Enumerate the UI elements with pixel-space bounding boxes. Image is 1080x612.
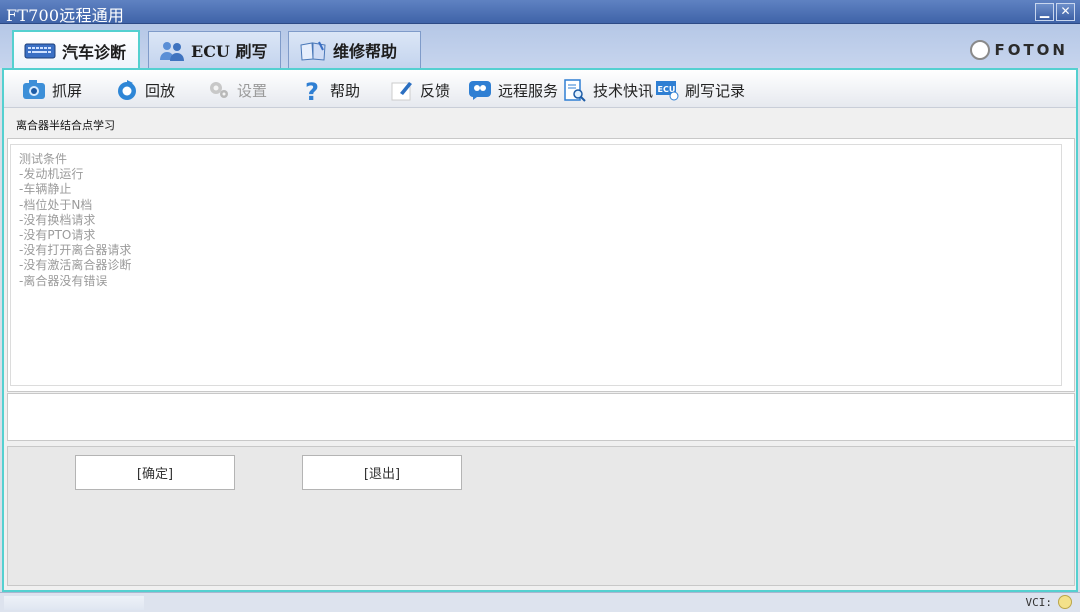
content-line: -没有换档请求 — [19, 212, 96, 227]
tab-label: 汽车诊断 — [62, 43, 127, 62]
content-line: -车辆静止 — [19, 182, 72, 197]
tab-strip: 汽车诊断 ECU 刷写 维修帮助 — [0, 24, 1080, 70]
status-bar: VCI: — [0, 592, 1080, 612]
content-line: -离合器没有错误 — [19, 273, 108, 288]
brand-name: FOTON — [994, 41, 1068, 59]
camera-icon — [22, 79, 46, 101]
content-line: -发动机运行 — [19, 167, 84, 182]
foton-logo: FOTON — [970, 40, 1068, 60]
tab-vehicle-diagnosis[interactable]: 汽车诊断 — [12, 30, 140, 70]
content-lines: 测试条件 -发动机运行 -车辆静止 -档位处于N档 -没有换档请求 -没有PTO… — [11, 145, 1061, 289]
tab-repair-help[interactable]: 维修帮助 — [288, 31, 421, 68]
main-frame: 抓屏 回放 设置 ? 帮助 反馈 远程服务 技术快讯 ECU 刷写记录 离合器半… — [2, 68, 1078, 592]
vci-status: VCI: — [1025, 595, 1072, 609]
close-button[interactable]: ✕ — [1056, 3, 1075, 21]
status-progress — [4, 596, 144, 610]
toolbar-feedback-button[interactable]: 反馈 — [390, 78, 450, 102]
pencil-icon — [390, 79, 414, 101]
exit-button[interactable]: [退出] — [302, 455, 462, 490]
tab-label: ECU 刷写 — [191, 42, 268, 61]
vci-connection-icon — [1058, 595, 1072, 609]
content-line: -档位处于N档 — [19, 197, 93, 212]
tab-ecu-flash[interactable]: ECU 刷写 — [148, 31, 281, 68]
section-title: 离合器半结合点学习 — [16, 119, 115, 132]
ecu-icon: ECU — [655, 79, 679, 101]
question-icon: ? — [300, 78, 324, 106]
content-line: -没有激活离合器诊断 — [19, 258, 132, 273]
toolbar-label: 刷写记录 — [685, 81, 746, 100]
document-search-icon — [563, 79, 587, 102]
remote-service-icon — [468, 79, 492, 101]
toolbar-label: 技术快讯 — [593, 81, 654, 100]
content-line: -没有打开离合器请求 — [19, 243, 132, 258]
toolbar-flash-record-button[interactable]: ECU 刷写记录 — [655, 78, 745, 102]
test-conditions-text: 测试条件 -发动机运行 -车辆静止 -档位处于N档 -没有换档请求 -没有PTO… — [10, 144, 1062, 386]
tab-label: 维修帮助 — [333, 42, 398, 61]
book-icon — [299, 40, 327, 61]
replay-icon — [115, 79, 139, 101]
toolbar-tech-news-button[interactable]: 技术快讯 — [563, 78, 653, 102]
toolbar-help-button[interactable]: ? 帮助 — [300, 78, 361, 106]
content-line: -没有PTO请求 — [19, 228, 96, 243]
content-line: 测试条件 — [19, 152, 68, 166]
users-icon — [159, 40, 185, 61]
toolbar-label: 反馈 — [420, 81, 451, 100]
toolbar: 抓屏 回放 设置 ? 帮助 反馈 远程服务 技术快讯 ECU 刷写记录 — [4, 70, 1076, 108]
svg-text:?: ? — [305, 79, 319, 103]
vci-label: VCI: — [1025, 595, 1053, 609]
window-title: FT700远程通用 — [6, 6, 125, 25]
button-area: [确定] [退出] — [7, 446, 1075, 586]
foton-emblem-icon — [970, 40, 991, 60]
toolbar-label: 回放 — [145, 81, 176, 100]
toolbar-replay-button[interactable]: 回放 — [115, 78, 175, 102]
toolbar-label: 抓屏 — [52, 81, 83, 100]
minimize-button[interactable]: ▁ — [1035, 3, 1054, 21]
toolbar-screenshot-button[interactable]: 抓屏 — [22, 78, 82, 102]
toolbar-label: 设置 — [237, 81, 268, 100]
title-bar: FT700远程通用 ▁ ✕ — [0, 0, 1080, 25]
confirm-button[interactable]: [确定] — [75, 455, 235, 490]
gear-icon — [207, 79, 231, 101]
message-panel — [7, 393, 1075, 441]
toolbar-label: 帮助 — [330, 81, 361, 100]
toolbar-settings-button[interactable]: 设置 — [207, 78, 267, 102]
toolbar-label: 远程服务 — [498, 81, 559, 100]
toolbar-remote-service-button[interactable]: 远程服务 — [468, 78, 558, 102]
keyboard-icon — [24, 41, 56, 61]
